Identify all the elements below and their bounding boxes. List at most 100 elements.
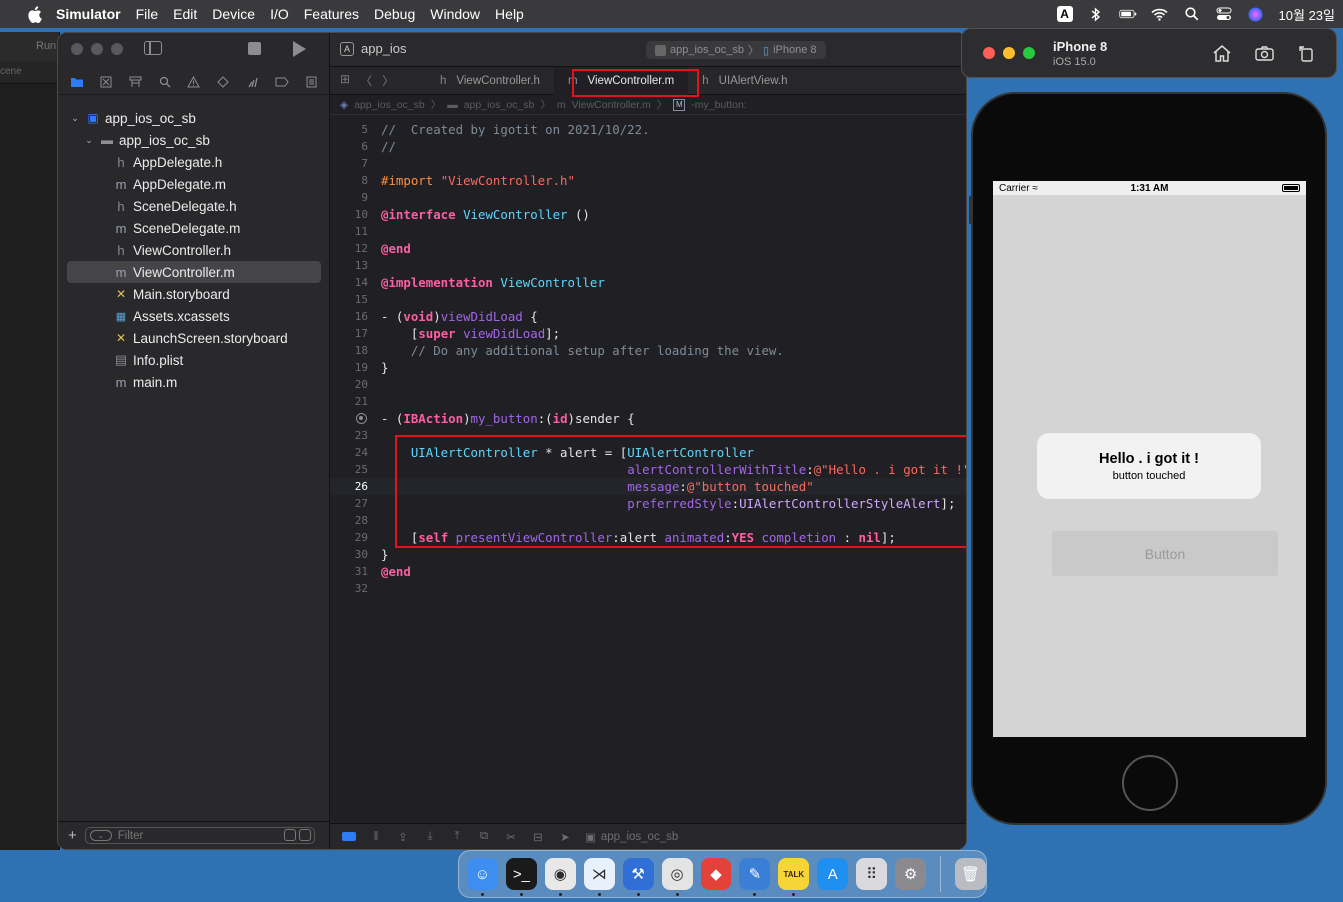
line-number[interactable]: 10 — [330, 206, 368, 223]
related-items-icon[interactable]: ⊞ — [340, 72, 350, 89]
code-line[interactable]: 16 - (void)viewDidLoad { — [330, 308, 966, 325]
vscode-icon[interactable]: ⋊ — [583, 858, 615, 896]
line-number[interactable]: 21 — [330, 393, 368, 410]
line-number[interactable]: 9 — [330, 189, 368, 206]
code-line[interactable]: 12 @end — [330, 240, 966, 257]
tree-item[interactable]: m main.m — [58, 371, 330, 393]
home-icon[interactable] — [1212, 43, 1232, 63]
jump-bar[interactable]: ◈ app_ios_oc_sb 〉 ▬ app_ios_oc_sb 〉 m Vi… — [330, 95, 966, 115]
ibaction-connection-icon[interactable] — [356, 413, 367, 424]
jump-method[interactable]: -my_button: — [691, 99, 746, 111]
tab-uialertview-h[interactable]: h UIAlertView.h — [688, 67, 801, 95]
tab-viewcontroller-h[interactable]: h ViewController.h — [426, 67, 554, 95]
filter-scope-icon[interactable] — [298, 829, 311, 841]
chevron-right-nav-icon[interactable]: 〉 — [382, 72, 394, 89]
close-button[interactable] — [71, 43, 83, 55]
line-number[interactable]: 20 — [330, 376, 368, 393]
line-number[interactable]: 28 — [330, 512, 368, 529]
code-line[interactable]: 17 [super viewDidLoad]; — [330, 325, 966, 342]
code-line[interactable]: 13 — [330, 257, 966, 274]
step-into-icon[interactable]: ⤒ — [450, 830, 464, 843]
code-line[interactable]: 5 // Created by igotit on 2021/10/22. — [330, 121, 966, 138]
kakaotalk-icon[interactable]: TALK — [778, 858, 810, 896]
code-line[interactable]: 7 — [330, 155, 966, 172]
siri-icon[interactable] — [1247, 6, 1265, 22]
line-number[interactable]: 24 — [330, 444, 368, 461]
screenshot-icon[interactable] — [1254, 43, 1274, 63]
code-line[interactable]: 6 // — [330, 138, 966, 155]
tree-item[interactable]: h SceneDelegate.h — [58, 195, 330, 217]
test-navigator-icon[interactable] — [215, 75, 231, 89]
menu-io[interactable]: I/O — [270, 6, 289, 22]
battery-icon[interactable] — [1118, 6, 1137, 22]
pause-icon[interactable]: ‖ — [369, 831, 383, 843]
minimize-button[interactable] — [1003, 47, 1015, 59]
memory-graph-icon[interactable]: ✂ — [504, 830, 518, 844]
step-over-icon[interactable]: ⤓ — [423, 830, 437, 843]
line-number[interactable]: 25 — [330, 461, 368, 478]
line-number[interactable]: 32 — [330, 580, 368, 597]
line-number[interactable]: 15 — [330, 291, 368, 308]
minimize-button[interactable] — [91, 43, 103, 55]
tree-item[interactable]: ✕ Main.storyboard — [58, 283, 330, 305]
source-control-navigator-icon[interactable] — [98, 75, 114, 89]
zoom-button[interactable] — [1023, 47, 1035, 59]
code-line[interactable]: 20 — [330, 376, 966, 393]
launchpad-icon[interactable]: ⠿ — [856, 858, 888, 890]
line-number[interactable]: 19 — [330, 359, 368, 376]
menu-features[interactable]: Features — [304, 6, 359, 22]
finder-icon[interactable]: ☺ — [467, 858, 498, 896]
wifi-icon[interactable] — [1151, 6, 1169, 22]
line-number[interactable]: 17 — [330, 325, 368, 342]
menu-file[interactable]: File — [136, 6, 159, 22]
app-button[interactable]: Button — [1052, 531, 1278, 576]
tree-item[interactable]: ▦ Assets.xcassets — [58, 305, 330, 327]
code-line[interactable]: 8 #import "ViewController.h" — [330, 172, 966, 189]
line-number[interactable]: 6 — [330, 138, 368, 155]
line-number[interactable]: 31 — [330, 563, 368, 580]
menu-help[interactable]: Help — [495, 6, 524, 22]
filter-options-icon[interactable]: ⌄ — [89, 830, 112, 841]
code-line[interactable]: 9 — [330, 189, 966, 206]
stop-icon[interactable] — [248, 42, 261, 55]
view-debugger-icon[interactable]: ⧉ — [477, 830, 491, 843]
line-number[interactable]: 14 — [330, 274, 368, 291]
disclosure-chevron-icon[interactable]: ⌄ — [83, 135, 95, 146]
tree-item[interactable]: ▤ Info.plist — [58, 349, 330, 371]
bluetooth-icon[interactable] — [1087, 6, 1105, 22]
apple-icon[interactable] — [24, 4, 44, 24]
code-line[interactable]: 19} — [330, 359, 966, 376]
code-line[interactable]: 14 @implementation ViewController — [330, 274, 966, 291]
code-line[interactable]: 31 @end — [330, 563, 966, 580]
recent-files-icon[interactable] — [283, 829, 296, 841]
trash-icon[interactable]: 🗑 — [955, 858, 986, 890]
line-number[interactable]: 13 — [330, 257, 368, 274]
simulate-location-icon[interactable]: ➤ — [558, 830, 572, 844]
line-number[interactable]: 5 — [330, 121, 368, 138]
spotlight-search-icon[interactable] — [1183, 6, 1201, 22]
line-number[interactable]: 8 — [330, 172, 368, 189]
line-number[interactable]: 27 — [330, 495, 368, 512]
scheme-selector[interactable]: app_ios_oc_sb 〉 ▯ iPhone 8 — [646, 41, 826, 59]
code-line[interactable]: 18 // Do any additional setup after load… — [330, 342, 966, 359]
line-number[interactable]: 26 — [330, 478, 368, 495]
disclosure-chevron-icon[interactable]: ⌄ — [69, 113, 81, 124]
issue-navigator-icon[interactable] — [186, 75, 202, 89]
project-navigator-icon[interactable] — [69, 75, 85, 89]
find-navigator-icon[interactable] — [157, 75, 173, 89]
code-line[interactable]: 32 — [330, 580, 966, 597]
line-number[interactable]: 30 — [330, 546, 368, 563]
code-line[interactable]: 15 — [330, 291, 966, 308]
git-client-icon[interactable]: ◆ — [700, 858, 732, 890]
home-button[interactable] — [1122, 755, 1178, 811]
line-number[interactable]: 29 — [330, 529, 368, 546]
tree-item[interactable]: m AppDelegate.m — [58, 173, 330, 195]
tree-item[interactable]: ⌄ ▬ app_ios_oc_sb — [58, 129, 330, 151]
menu-debug[interactable]: Debug — [374, 6, 415, 22]
continue-icon[interactable]: ⇪ — [396, 830, 410, 844]
report-navigator-icon[interactable] — [303, 75, 319, 89]
jump-file[interactable]: ViewController.m — [572, 99, 651, 111]
tree-item[interactable]: h ViewController.h — [58, 239, 330, 261]
add-file-icon[interactable]: + — [68, 827, 77, 844]
run-icon[interactable] — [293, 41, 306, 57]
